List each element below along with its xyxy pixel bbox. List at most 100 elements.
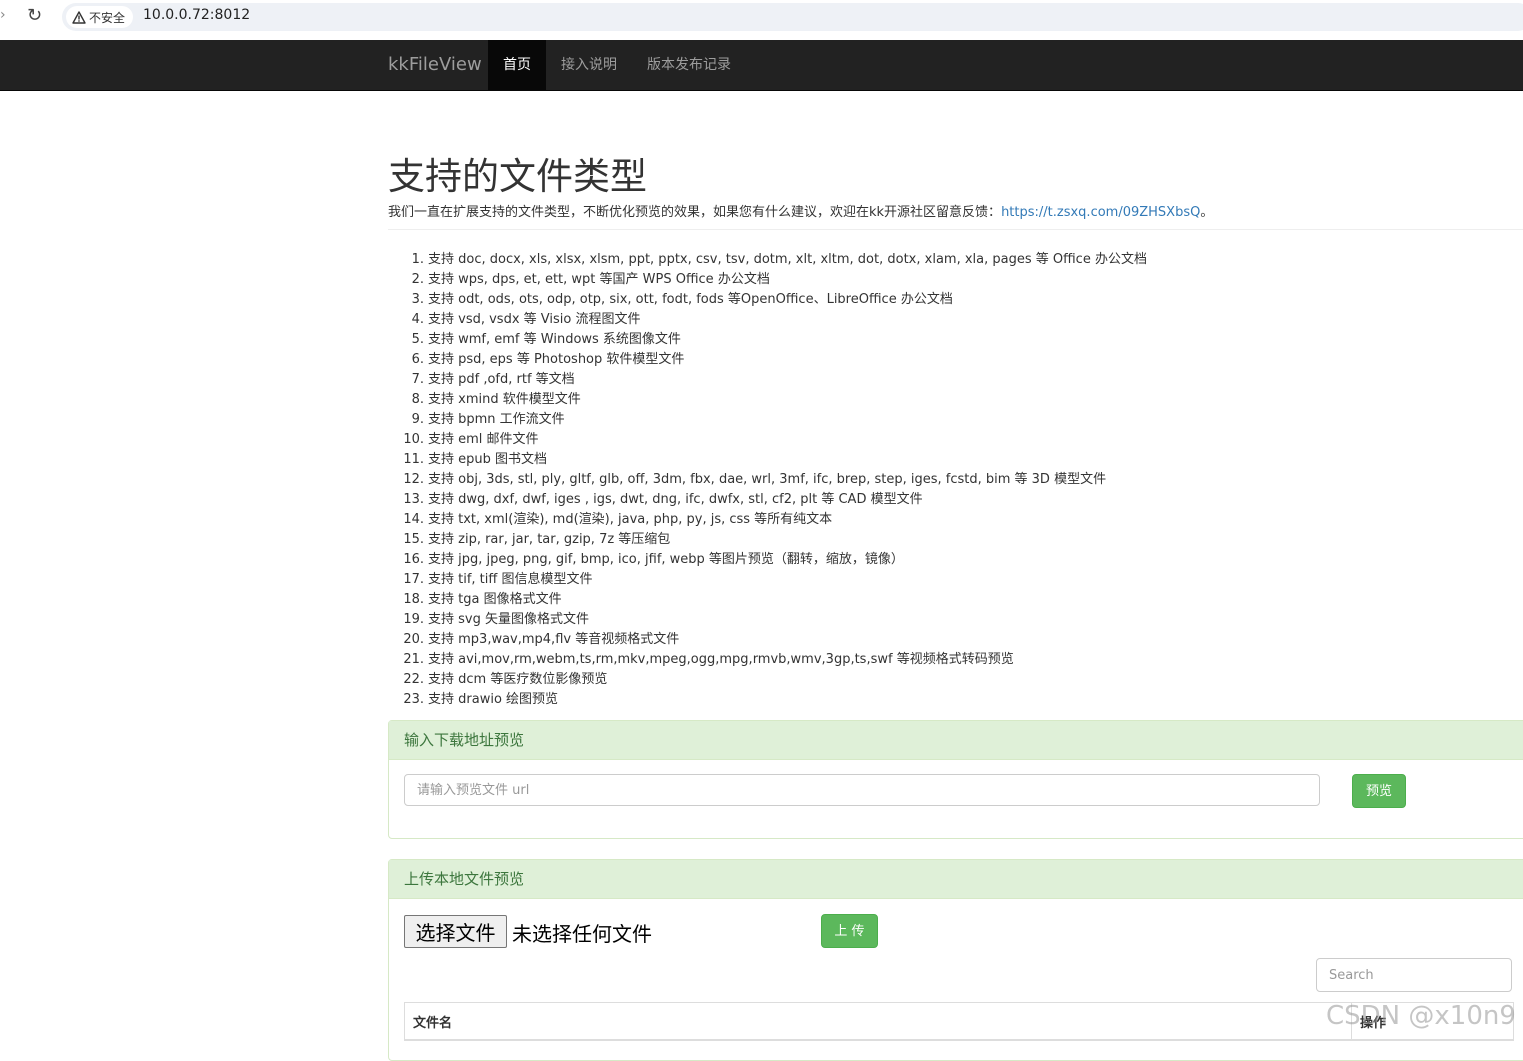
list-item-text: 支持 drawio 绘图预览: [428, 692, 559, 707]
browser-toolbar: › ↻ 不安全 10.0.0.72:8012: [0, 0, 1523, 40]
list-item-text: 支持 avi,mov,rm,webm,ts,rm,mkv,mpeg,ogg,mp…: [428, 652, 1014, 667]
list-item-text: 支持 mp3,wav,mp4,flv 等音视频格式文件: [428, 632, 680, 647]
list-item: 15. 支持 zip, rar, jar, tar, gzip, 7z 等压缩包: [388, 530, 1147, 550]
top-navbar: kkFileView 首页 接入说明 版本发布记录: [0, 40, 1523, 91]
list-item: 22. 支持 dcm 等医疗数位影像预览: [388, 670, 1147, 690]
list-item: 21. 支持 avi,mov,rm,webm,ts,rm,mkv,mpeg,ogg…: [388, 650, 1147, 670]
nav-integration-guide[interactable]: 接入说明: [561, 40, 617, 90]
list-item-number: 23.: [403, 692, 424, 707]
list-item: 10. 支持 eml 邮件文件: [388, 430, 1147, 450]
list-item: 5. 支持 wmf, emf 等 Windows 系统图像文件: [388, 330, 1147, 350]
list-item-number: 14.: [403, 512, 424, 527]
list-item-number: 3.: [411, 292, 424, 307]
intro-paragraph: 我们一直在扩展支持的文件类型，不断优化预览的效果，如果您有什么建议，欢迎在kk开…: [388, 201, 1213, 220]
list-item-number: 10.: [403, 432, 424, 447]
list-item-number: 4.: [411, 312, 424, 327]
supported-formats-list: 1. 支持 doc, docx, xls, xlsx, xlsm, ppt, pp…: [388, 250, 1147, 710]
list-item: 17. 支持 tif, tiff 图信息模型文件: [388, 570, 1147, 590]
warning-icon: [72, 10, 86, 24]
intro-suffix: 。: [1200, 205, 1214, 220]
list-item-number: 8.: [411, 392, 424, 407]
list-item: 11. 支持 epub 图书文档: [388, 450, 1147, 470]
list-item-text: 支持 pdf ,ofd, rtf 等文档: [428, 372, 575, 387]
list-item-text: 支持 dwg, dxf, dwf, iges , igs, dwt, dng, …: [428, 492, 923, 507]
list-item-number: 15.: [403, 532, 424, 547]
list-item-number: 16.: [403, 552, 424, 567]
watermark: CSDN @x10n9: [1326, 1001, 1516, 1031]
list-item: 3. 支持 odt, ods, ots, odp, otp, six, ott, …: [388, 290, 1147, 310]
url-text[interactable]: 10.0.0.72:8012: [143, 7, 250, 23]
list-item-text: 支持 txt, xml(渲染), md(渲染), java, php, py, …: [428, 512, 833, 527]
list-item: 13. 支持 dwg, dxf, dwf, iges , igs, dwt, dn…: [388, 490, 1147, 510]
list-item-text: 支持 jpg, jpeg, png, gif, bmp, ico, jfif, …: [428, 552, 904, 567]
file-status-text: 未选择任何文件: [512, 922, 652, 946]
list-item-text: 支持 psd, eps 等 Photoshop 软件模型文件: [428, 352, 685, 367]
column-filename[interactable]: 文件名: [404, 1002, 1352, 1041]
list-item: 12. 支持 obj, 3ds, stl, ply, gltf, glb, off…: [388, 470, 1147, 490]
list-item-text: 支持 svg 矢量图像格式文件: [428, 612, 589, 627]
list-item-number: 12.: [403, 472, 424, 487]
preview-button[interactable]: 预览: [1352, 774, 1406, 808]
list-item-number: 19.: [403, 612, 424, 627]
security-indicator[interactable]: 不安全: [66, 6, 134, 28]
upload-heading: 上传本地文件预览: [389, 860, 1523, 899]
list-item: 9. 支持 bpmn 工作流文件: [388, 410, 1147, 430]
list-item-number: 5.: [411, 332, 424, 347]
divider: [388, 229, 1523, 230]
list-item-text: 支持 vsd, vsdx 等 Visio 流程图文件: [428, 312, 641, 327]
list-item: 2. 支持 wps, dps, et, ett, wpt 等国产 WPS Offi…: [388, 270, 1147, 290]
list-item-number: 13.: [403, 492, 424, 507]
list-item: 8. 支持 xmind 软件模型文件: [388, 390, 1147, 410]
upload-button[interactable]: 上 传: [821, 914, 878, 948]
list-item-text: 支持 doc, docx, xls, xlsx, xlsm, ppt, pptx…: [428, 252, 1147, 267]
nav-home[interactable]: 首页: [488, 40, 546, 90]
list-item-text: 支持 dcm 等医疗数位影像预览: [428, 672, 608, 687]
forward-icon[interactable]: ›: [0, 7, 6, 23]
list-item-number: 1.: [411, 252, 424, 267]
nav-release-notes[interactable]: 版本发布记录: [647, 40, 731, 90]
url-preview-heading: 输入下载地址预览: [389, 721, 1523, 760]
preview-url-input[interactable]: [404, 774, 1320, 806]
list-item-text: 支持 wmf, emf 等 Windows 系统图像文件: [428, 332, 681, 347]
list-item: 6. 支持 psd, eps 等 Photoshop 软件模型文件: [388, 350, 1147, 370]
list-item-number: 17.: [403, 572, 424, 587]
url-preview-panel: 输入下载地址预览 预览: [388, 720, 1523, 839]
list-item: 20. 支持 mp3,wav,mp4,flv 等音视频格式文件: [388, 630, 1147, 650]
list-item-number: 2.: [411, 272, 424, 287]
list-item: 16. 支持 jpg, jpeg, png, gif, bmp, ico, jfi…: [388, 550, 1147, 570]
list-item-text: 支持 wps, dps, et, ett, wpt 等国产 WPS Office…: [428, 272, 770, 287]
community-link[interactable]: https://t.zsxq.com/09ZHSXbsQ: [1001, 205, 1200, 220]
list-item: 18. 支持 tga 图像格式文件: [388, 590, 1147, 610]
list-item-text: 支持 bpmn 工作流文件: [428, 412, 565, 427]
list-item-number: 7.: [411, 372, 424, 387]
list-item-text: 支持 xmind 软件模型文件: [428, 392, 581, 407]
choose-file-button[interactable]: 选择文件: [404, 915, 507, 948]
address-bar[interactable]: [62, 3, 1523, 31]
list-item: 7. 支持 pdf ,ofd, rtf 等文档: [388, 370, 1147, 390]
list-item-text: 支持 epub 图书文档: [428, 452, 548, 467]
page-title: 支持的文件类型: [388, 155, 647, 198]
list-item-number: 9.: [411, 412, 424, 427]
list-item-number: 11.: [403, 452, 424, 467]
list-item-text: 支持 obj, 3ds, stl, ply, gltf, glb, off, 3…: [428, 472, 1107, 487]
list-item-number: 21.: [403, 652, 424, 667]
list-item-text: 支持 zip, rar, jar, tar, gzip, 7z 等压缩包: [428, 532, 671, 547]
brand-link[interactable]: kkFileView: [388, 54, 482, 75]
list-item-text: 支持 odt, ods, ots, odp, otp, six, ott, fo…: [428, 292, 953, 307]
list-item-text: 支持 eml 邮件文件: [428, 432, 539, 447]
list-item-text: 支持 tga 图像格式文件: [428, 592, 562, 607]
list-item: 19. 支持 svg 矢量图像格式文件: [388, 610, 1147, 630]
list-item-number: 22.: [403, 672, 424, 687]
search-input[interactable]: [1316, 958, 1512, 992]
list-item: 14. 支持 txt, xml(渲染), md(渲染), java, php, p…: [388, 510, 1147, 530]
intro-text: 我们一直在扩展支持的文件类型，不断优化预览的效果，如果您有什么建议，欢迎在kk开…: [388, 205, 1002, 220]
list-item-text: 支持 tif, tiff 图信息模型文件: [428, 572, 593, 587]
list-item: 1. 支持 doc, docx, xls, xlsx, xlsm, ppt, pp…: [388, 250, 1147, 270]
list-item: 23. 支持 drawio 绘图预览: [388, 690, 1147, 710]
list-item: 4. 支持 vsd, vsdx 等 Visio 流程图文件: [388, 310, 1147, 330]
security-label: 不安全: [89, 10, 126, 25]
list-item-number: 20.: [403, 632, 424, 647]
reload-icon[interactable]: ↻: [27, 5, 42, 26]
list-item-number: 18.: [403, 592, 424, 607]
list-item-number: 6.: [411, 352, 424, 367]
